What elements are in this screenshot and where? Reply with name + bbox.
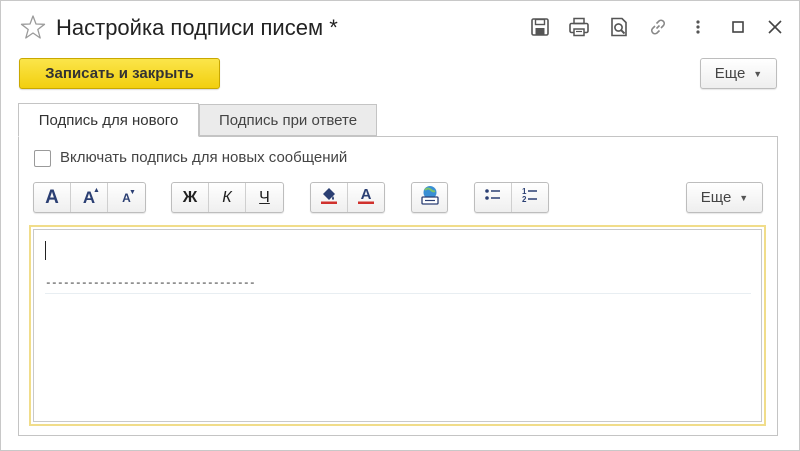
maximize-icon[interactable] (726, 15, 750, 39)
arrow-down-icon: ▼ (129, 189, 136, 196)
list-group: 12 (474, 182, 549, 213)
star-icon[interactable] (20, 14, 46, 40)
increase-font-button[interactable]: A ▲ (71, 183, 108, 212)
insert-picture-button[interactable] (412, 183, 447, 212)
numbered-list-icon: 12 (520, 185, 540, 210)
link-icon[interactable] (646, 15, 670, 39)
chevron-down-icon: ▼ (753, 68, 763, 79)
svg-text:A: A (360, 186, 371, 203)
window-title: Настройка подписи писем * (56, 15, 338, 40)
save-icon[interactable] (528, 15, 552, 39)
insert-picture-icon (419, 184, 441, 211)
bulleted-list-icon (483, 185, 503, 210)
background-color-button[interactable] (311, 183, 348, 212)
preview-icon[interactable] (607, 15, 631, 39)
save-and-close-button[interactable]: Записать и закрыть (19, 58, 220, 89)
chevron-down-icon: ▼ (739, 192, 749, 203)
numbered-list-button[interactable]: 12 (512, 183, 549, 212)
underline-label: Ч (259, 188, 270, 206)
svg-text:2: 2 (522, 195, 527, 204)
format-more-label: Еще (700, 189, 732, 206)
tab-new-message-signature[interactable]: Подпись для нового (18, 103, 199, 137)
signature-editor[interactable]: ----------------------------------- (29, 225, 766, 426)
signature-separator: ----------------------------------- (45, 278, 256, 290)
italic-button[interactable]: К (209, 183, 246, 212)
italic-label: К (222, 188, 232, 206)
color-group: A (310, 182, 385, 213)
text-cursor (45, 241, 46, 260)
font-button-label: A (45, 186, 59, 208)
editor-area[interactable]: ----------------------------------- (33, 229, 762, 422)
tab-reply-signature[interactable]: Подпись при ответе (199, 104, 377, 136)
text-color-icon: A (356, 185, 376, 210)
bold-button[interactable]: Ж (172, 183, 209, 212)
close-icon[interactable] (763, 15, 787, 39)
more-actions-button[interactable]: Еще ▼ (700, 58, 777, 89)
arrow-up-icon: ▲ (93, 187, 100, 194)
separator-rule (45, 293, 751, 294)
insert-group (411, 182, 448, 213)
bold-label: Ж (182, 188, 198, 206)
font-button[interactable]: A (34, 183, 71, 212)
more-vert-icon[interactable] (686, 15, 710, 39)
include-signature-checkbox[interactable] (34, 150, 51, 167)
fill-bucket-icon (319, 185, 339, 210)
more-actions-label: Еще (714, 65, 746, 82)
bulleted-list-button[interactable] (475, 183, 512, 212)
underline-button[interactable]: Ч (246, 183, 283, 212)
decrease-font-button[interactable]: A ▼ (108, 183, 145, 212)
text-style-group: Ж К Ч (171, 182, 284, 213)
text-color-button[interactable]: A (348, 183, 385, 212)
print-icon[interactable] (567, 15, 591, 39)
include-signature-label: Включать подпись для новых сообщений (60, 149, 348, 166)
font-size-group: A A ▲ A ▼ (33, 182, 146, 213)
format-more-button[interactable]: Еще ▼ (686, 182, 763, 213)
